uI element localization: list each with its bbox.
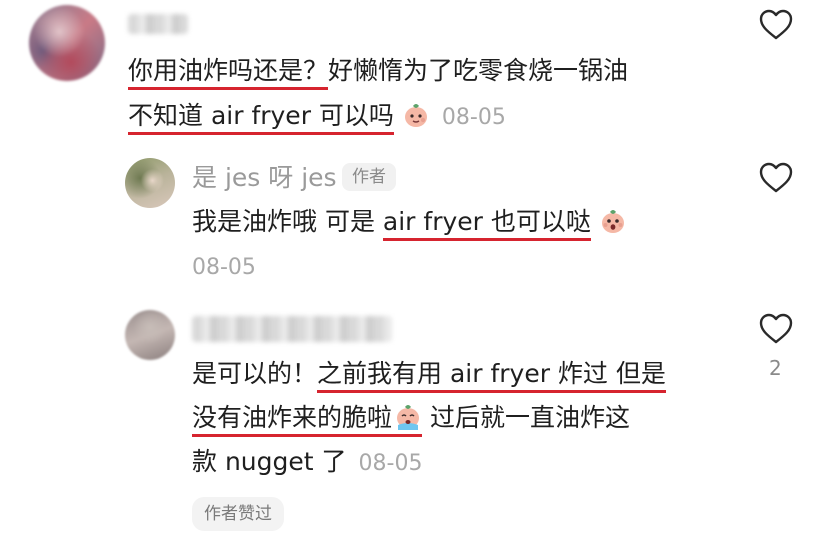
- underlined-text: 不知道 air fryer 可以吗: [128, 101, 394, 135]
- author-liked-badge: 作者赞过: [192, 497, 284, 531]
- underlined-text: air fryer 也可以哒: [382, 207, 591, 241]
- comment-date: 08-05: [441, 105, 506, 130]
- peach-crying-emoji-icon: [397, 405, 420, 430]
- avatar[interactable]: [125, 310, 175, 360]
- heart-icon[interactable]: [759, 313, 793, 345]
- heart-icon[interactable]: [759, 162, 793, 194]
- comment-text-line: 是可以的！之前我有用 air fryer 炸过 但是: [192, 351, 666, 397]
- like-count: 2: [769, 356, 782, 380]
- comment-text-line: 款 nugget 了 08-05: [192, 439, 422, 485]
- comment-text-line: 没有油炸来的脆啦 过后就一直油炸这: [192, 395, 630, 441]
- comment-text: 是可以的！: [192, 359, 318, 388]
- comment-text-line: 我是油炸哦 可是 air fryer 也可以哒: [192, 199, 627, 245]
- underlined-text: 之前我有用 air fryer 炸过 但是: [317, 359, 666, 393]
- comment-text-line: 你用油炸吗还是？好懒惰为了吃零食烧一锅油: [128, 48, 628, 94]
- heart-icon[interactable]: [759, 9, 793, 41]
- comment-date: 08-05: [192, 255, 256, 280]
- avatar[interactable]: [125, 158, 175, 208]
- comment-text: 款 nugget 了: [192, 447, 347, 476]
- comment-text: 过后就一直油炸这: [422, 403, 630, 432]
- username-blurred[interactable]: [128, 14, 188, 34]
- username[interactable]: 是 jes 呀 jes: [192, 163, 337, 193]
- underlined-text-part: 没有油炸来的脆啦: [192, 403, 393, 432]
- comment-date: 08-05: [358, 451, 423, 476]
- comment-text: 好懒惰为了吃零食烧一锅油: [328, 56, 629, 85]
- avatar[interactable]: [29, 5, 105, 81]
- peach-surprised-emoji-icon: [601, 210, 624, 233]
- comment-text-line: 不知道 air fryer 可以吗 08-05: [128, 93, 506, 139]
- username-blurred[interactable]: [192, 316, 392, 342]
- peach-emoji-icon: [404, 104, 427, 127]
- author-badge: 作者: [342, 163, 396, 191]
- underlined-text: 你用油炸吗还是？: [128, 56, 329, 90]
- underlined-text: 没有油炸来的脆啦: [192, 403, 423, 437]
- comment-text: 我是油炸哦 可是: [192, 207, 383, 236]
